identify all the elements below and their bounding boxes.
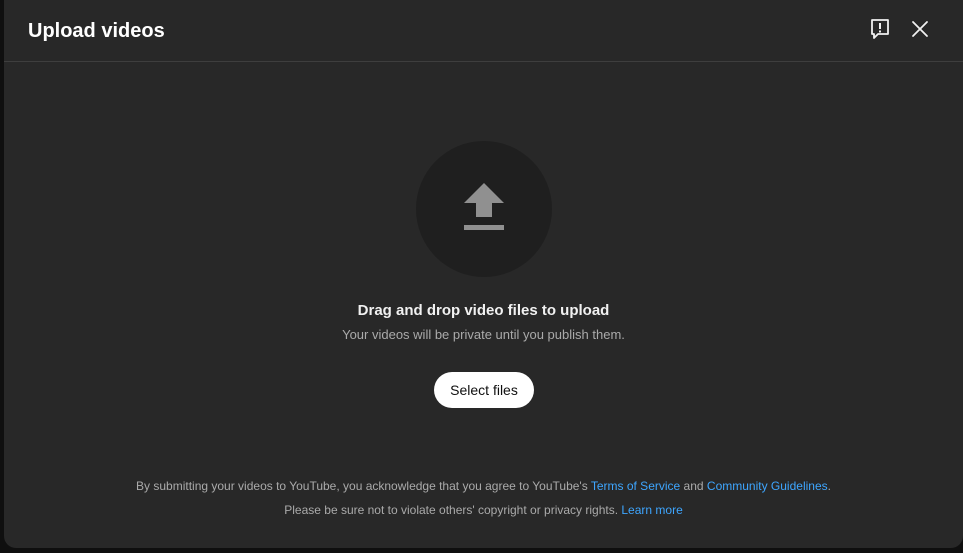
learn-more-link[interactable]: Learn more <box>621 503 682 517</box>
upload-dialog: Upload videos Drag and drop video files … <box>4 0 963 548</box>
legal-text-and: and <box>680 479 707 493</box>
legal-line-1: By submitting your videos to YouTube, yo… <box>4 474 963 498</box>
drop-subtitle: Your videos will be private until you pu… <box>342 327 625 342</box>
dialog-header: Upload videos <box>4 0 963 62</box>
dialog-title: Upload videos <box>28 20 165 42</box>
legal-text-prefix: By submitting your videos to YouTube, yo… <box>136 479 591 493</box>
feedback-icon <box>870 18 890 45</box>
copyright-text: Please be sure not to violate others' co… <box>284 503 622 517</box>
legal-footer: By submitting your videos to YouTube, yo… <box>4 474 963 522</box>
legal-line-2: Please be sure not to violate others' co… <box>4 498 963 522</box>
upload-circle-button[interactable] <box>416 141 552 277</box>
community-guidelines-link[interactable]: Community Guidelines <box>707 479 828 493</box>
upload-arrow-icon <box>462 179 506 240</box>
close-icon <box>911 20 929 43</box>
select-files-button[interactable]: Select files <box>434 372 534 408</box>
legal-text-suffix: . <box>827 479 831 493</box>
feedback-button[interactable] <box>864 15 896 47</box>
terms-of-service-link[interactable]: Terms of Service <box>591 479 680 493</box>
drop-title: Drag and drop video files to upload <box>357 302 610 319</box>
drop-zone[interactable]: Drag and drop video files to upload Your… <box>4 62 963 442</box>
close-button[interactable] <box>904 15 936 47</box>
